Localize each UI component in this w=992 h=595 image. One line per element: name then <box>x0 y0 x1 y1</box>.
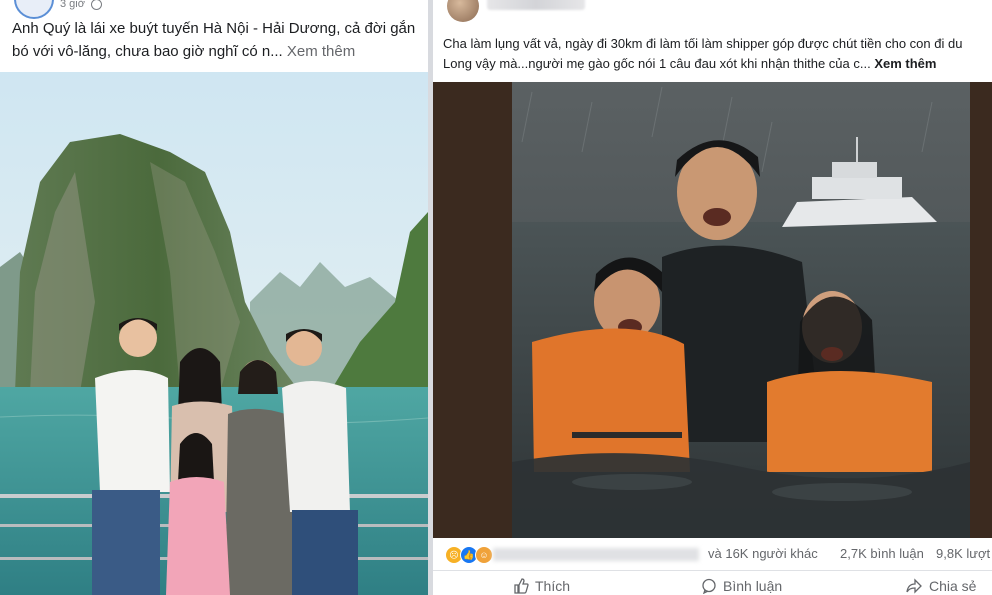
reaction-icons[interactable]: ☹ 👍 ☺ <box>445 546 493 564</box>
reactor-names-blurred[interactable] <box>493 548 699 561</box>
post-actions: Thích Bình luận Chia sẻ <box>433 572 992 595</box>
see-more-link[interactable]: Xem thêm <box>287 43 355 60</box>
reactions-bar: ☹ 👍 ☺ và 16K người khác 2,7K bình luận 9… <box>433 540 992 571</box>
post-photo-family-halong[interactable] <box>0 72 428 595</box>
reaction-count[interactable]: và 16K người khác <box>708 546 818 561</box>
post-caption: Anh Quý là lái xe buýt tuyến Hà Nội - Hả… <box>12 17 422 63</box>
globe-icon <box>90 0 102 10</box>
avatar[interactable] <box>447 0 479 22</box>
left-post: 3 giờ Anh Quý là lái xe buýt tuyến Hà Nộ… <box>0 0 428 595</box>
right-post: Cha làm lụng vất vả, ngày đi 30km đi làm… <box>433 0 992 595</box>
share-arrow-icon <box>906 578 922 594</box>
author-name-blurred[interactable] <box>487 0 585 10</box>
caption-line-2: Long vậy mà...người mẹ gào gốc nói 1 câu… <box>443 56 871 71</box>
caption-line-1: Cha làm lụng vất vả, ngày đi 30km đi làm… <box>443 36 963 51</box>
thumbs-up-icon <box>514 578 529 594</box>
post-meta: 3 giờ <box>14 0 102 19</box>
like-button[interactable]: Thích <box>513 578 570 594</box>
like-label: Thích <box>535 578 571 594</box>
comment-label: Bình luận <box>723 578 783 594</box>
comment-bubble-icon <box>702 578 716 594</box>
see-more-link[interactable]: Xem thêm <box>874 56 936 71</box>
post-caption: Cha làm lụng vất vả, ngày đi 30km đi làm… <box>443 34 991 74</box>
post-header <box>433 0 992 26</box>
share-count[interactable]: 9,8K lượt <box>936 546 990 561</box>
share-button[interactable]: Chia sẻ <box>905 578 976 594</box>
comment-count[interactable]: 2,7K bình luận <box>840 546 924 561</box>
haha-reaction-icon: ☺ <box>475 546 493 564</box>
post-photo-flood-scene[interactable] <box>512 82 970 538</box>
post-time[interactable]: 3 giờ <box>60 0 85 10</box>
comment-button[interactable]: Bình luận <box>701 578 782 594</box>
share-label: Chia sẻ <box>929 578 977 594</box>
